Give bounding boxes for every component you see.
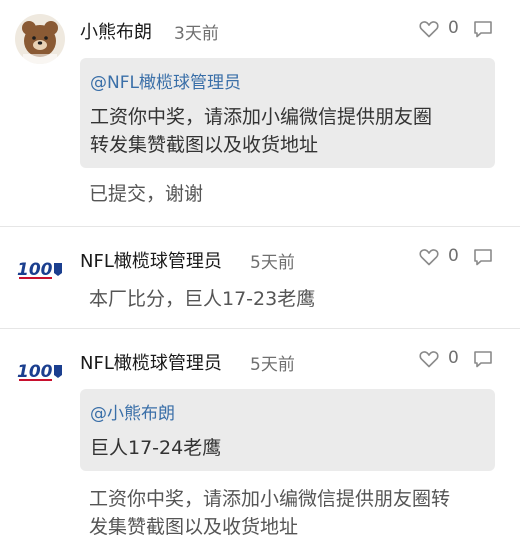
quoted-comment[interactable]: @小熊布朗 巨人17-24老鹰 [80, 389, 495, 471]
comment-item: 小熊布朗 3天前 0 @NFL橄榄球管理员 工资你中奖，请添加小编微信提供朋友圈… [0, 0, 520, 226]
avatar[interactable] [15, 14, 65, 64]
like-count: 0 [448, 348, 459, 368]
quoted-comment[interactable]: @NFL橄榄球管理员 工资你中奖，请添加小编微信提供朋友圈 转发集赞截图以及收货… [80, 58, 495, 168]
quote-text-line: 转发集赞截图以及收货地址 [90, 134, 319, 156]
comment-text: 已提交，谢谢 [89, 183, 204, 205]
brown-bear-avatar-icon [15, 14, 65, 64]
heart-icon[interactable] [419, 20, 439, 38]
username[interactable]: NFL橄榄球管理员 [80, 247, 222, 273]
mention-link[interactable]: @NFL橄榄球管理员 [90, 68, 241, 93]
username[interactable]: 小熊布朗 [80, 18, 152, 44]
mention-link[interactable]: @小熊布朗 [90, 399, 175, 424]
nfl-100-logo-icon[interactable]: 100 [16, 251, 66, 285]
comment-text: 工资你中奖，请添加小编微信提供朋友圈转 [89, 488, 451, 510]
nfl-100-logo-icon[interactable]: 100 [16, 353, 66, 387]
comment-text: 本厂比分，巨人17-23老鹰 [89, 288, 316, 310]
comment-icon[interactable] [473, 20, 493, 38]
comment-item: 100 NFL橄榄球管理员 5天前 0 @小熊布朗 巨人17-24老鹰 工资你中… [0, 329, 520, 556]
quote-text-line: 工资你中奖，请添加小编微信提供朋友圈 [90, 106, 433, 128]
comment-icon[interactable] [473, 350, 493, 368]
timestamp: 3天前 [174, 24, 219, 44]
like-count: 0 [448, 246, 459, 266]
comment-text: 发集赞截图以及收货地址 [89, 516, 299, 538]
username[interactable]: NFL橄榄球管理员 [80, 349, 222, 375]
timestamp: 5天前 [250, 253, 295, 273]
heart-icon[interactable] [419, 350, 439, 368]
comment-icon[interactable] [473, 248, 493, 266]
heart-icon[interactable] [419, 248, 439, 266]
quote-text-line: 巨人17-24老鹰 [90, 437, 222, 459]
like-count: 0 [448, 18, 459, 38]
comment-item: 100 NFL橄榄球管理员 5天前 0 本厂比分，巨人17-23老鹰 [0, 227, 520, 328]
timestamp: 5天前 [250, 355, 295, 375]
